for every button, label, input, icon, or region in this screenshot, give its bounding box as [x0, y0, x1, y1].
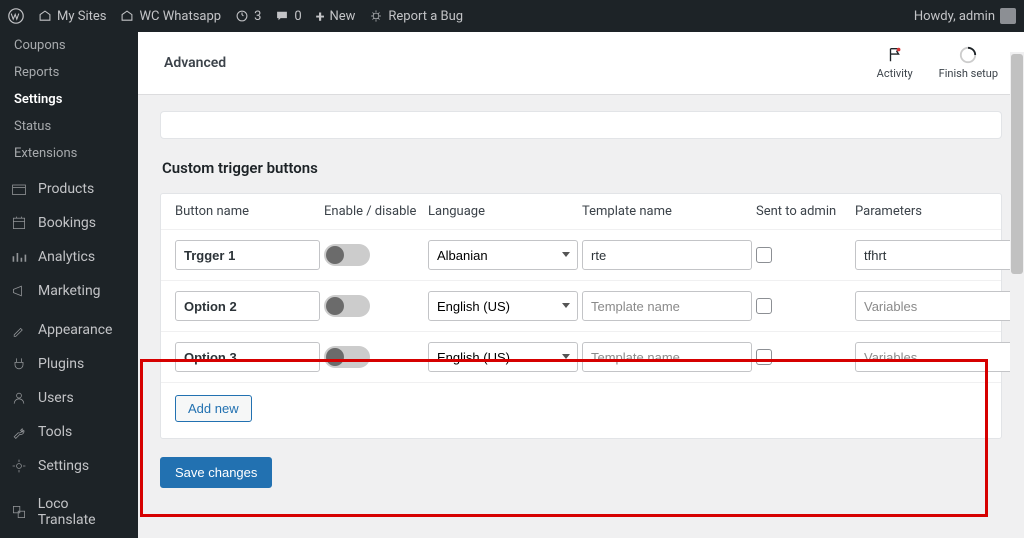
submenu-settings[interactable]: Settings [0, 86, 138, 113]
chart-icon [10, 248, 28, 266]
template-input[interactable] [582, 291, 752, 321]
language-select[interactable]: English (US) [428, 291, 578, 321]
table-header: Button name Enable / disable Language Te… [161, 194, 1001, 229]
col-button-name: Button name [175, 204, 320, 219]
parameters-input[interactable] [855, 342, 1015, 372]
finish-setup-button[interactable]: Finish setup [939, 46, 998, 80]
activity-button[interactable]: Activity [877, 46, 913, 80]
brush-icon [10, 321, 28, 339]
template-input[interactable] [582, 342, 752, 372]
howdy-link[interactable]: Howdy, admin [914, 8, 1016, 24]
language-select[interactable]: English (US) [428, 342, 578, 372]
col-language: Language [428, 204, 578, 219]
site-name-link[interactable]: WC Whatsapp [120, 9, 221, 24]
sidebar-loco[interactable]: Loco Translate [0, 488, 138, 536]
button-name-input[interactable] [175, 342, 320, 372]
progress-icon [959, 46, 977, 64]
plug-icon [10, 355, 28, 373]
user-icon [10, 389, 28, 407]
parameters-input[interactable] [855, 291, 1015, 321]
calendar-icon [10, 214, 28, 232]
sent-admin-checkbox[interactable] [756, 298, 772, 314]
table-row: Albanian ? [161, 229, 1001, 280]
admin-bar: My Sites WC Whatsapp 3 0 +New Report a B… [0, 0, 1024, 32]
sent-admin-checkbox[interactable] [756, 349, 772, 365]
sidebar-plugins[interactable]: Plugins [0, 347, 138, 381]
button-name-input[interactable] [175, 291, 320, 321]
sent-admin-checkbox[interactable] [756, 247, 772, 263]
sidebar-products[interactable]: Products [0, 172, 138, 206]
col-template: Template name [582, 204, 752, 219]
trigger-table: Button name Enable / disable Language Te… [160, 193, 1002, 439]
col-sent: Sent to admin [756, 204, 851, 219]
my-sites-link[interactable]: My Sites [38, 9, 106, 24]
section-title: Custom trigger buttons [162, 159, 1002, 177]
sidebar-tools[interactable]: Tools [0, 415, 138, 449]
save-changes-button[interactable]: Save changes [160, 457, 272, 488]
col-enable: Enable / disable [324, 204, 424, 219]
submenu-extensions[interactable]: Extensions [0, 140, 138, 167]
sidebar-bookings[interactable]: Bookings [0, 206, 138, 240]
comments-link[interactable]: 0 [275, 9, 301, 24]
report-bug-link[interactable]: Report a Bug [369, 9, 463, 24]
template-input[interactable] [582, 240, 752, 270]
parameters-input[interactable] [855, 240, 1015, 270]
sidebar-users[interactable]: Users [0, 381, 138, 415]
submenu-coupons[interactable]: Coupons [0, 32, 138, 59]
admin-sidebar: Coupons Reports Settings Status Extensio… [0, 32, 138, 538]
new-link[interactable]: +New [316, 7, 356, 26]
submenu-reports[interactable]: Reports [0, 59, 138, 86]
avatar [1000, 8, 1016, 24]
sidebar-analytics[interactable]: Analytics [0, 240, 138, 274]
archive-icon [10, 180, 28, 198]
language-select[interactable]: Albanian [428, 240, 578, 270]
megaphone-icon [10, 282, 28, 300]
submenu-status[interactable]: Status [0, 113, 138, 140]
button-name-input[interactable] [175, 240, 320, 270]
sidebar-marketing[interactable]: Marketing [0, 274, 138, 308]
page-title: Advanced [164, 55, 226, 71]
page-header: Advanced Activity Finish setup [138, 32, 1024, 95]
add-new-button[interactable]: Add new [175, 395, 252, 422]
sidebar-appearance[interactable]: Appearance [0, 313, 138, 347]
sidebar-settings[interactable]: Settings [0, 449, 138, 483]
main-content: Advanced Activity Finish setup Custom tr… [138, 32, 1024, 538]
enable-toggle[interactable] [324, 295, 370, 317]
wp-logo[interactable] [8, 8, 24, 24]
scrollbar[interactable] [1010, 52, 1024, 538]
wrench-icon [10, 423, 28, 441]
enable-toggle[interactable] [324, 244, 370, 266]
updates-link[interactable]: 3 [235, 9, 261, 24]
col-params: Parameters [855, 204, 1015, 219]
previous-card-edge [160, 111, 1002, 139]
gear-icon [10, 457, 28, 475]
translate-icon [10, 503, 28, 521]
flag-icon [886, 46, 904, 64]
table-row: English (US) ? [161, 331, 1001, 382]
table-row: English (US) ? [161, 280, 1001, 331]
enable-toggle[interactable] [324, 346, 370, 368]
